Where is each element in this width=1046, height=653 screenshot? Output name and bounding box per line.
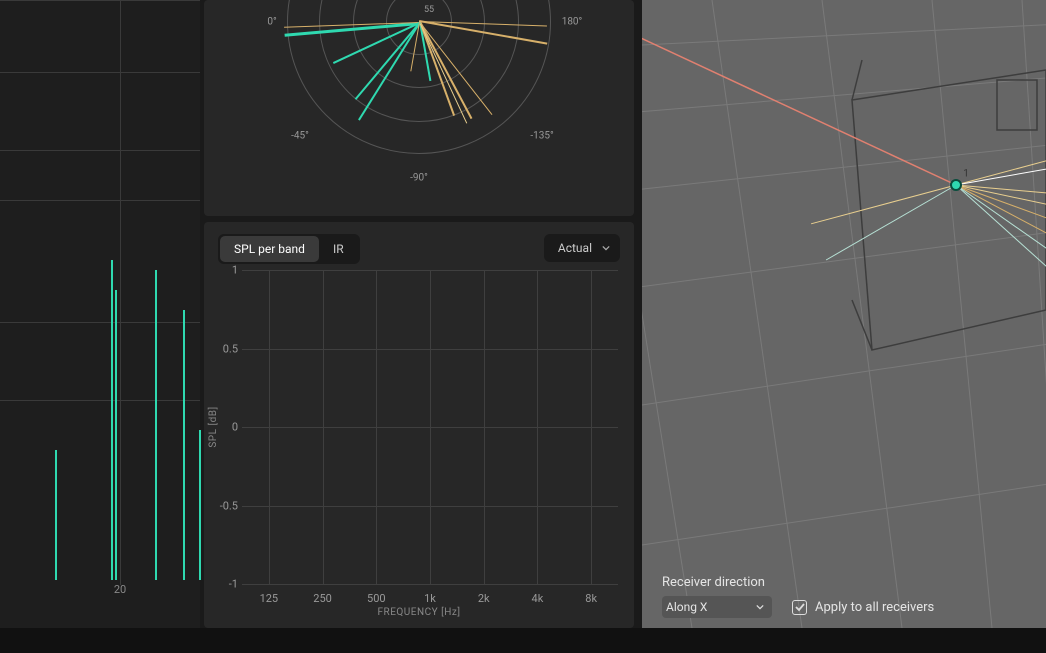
polar-center-value: 55 — [424, 5, 434, 15]
waveform-bar — [115, 290, 117, 580]
ray-3d — [642, 0, 956, 185]
x-tick-label: 250 — [313, 592, 332, 605]
apply-all-receivers-checkbox[interactable]: Apply to all receivers — [792, 600, 934, 615]
grid-line — [0, 150, 200, 151]
checkbox-label: Apply to all receivers — [815, 600, 934, 615]
spl-plot-area: -1-0.500.51 1252505001k2k4k8k — [242, 270, 618, 584]
grid-line — [0, 322, 200, 323]
polar-angle-label: -90° — [410, 173, 428, 184]
grid-line — [376, 270, 377, 584]
polar-angle-label: 180° — [562, 17, 583, 28]
grid-line — [537, 270, 538, 584]
ray-3d — [811, 185, 956, 224]
x-tick-label: 1k — [424, 592, 436, 605]
dropdown-value: Actual — [558, 241, 592, 255]
waveform-bar — [199, 430, 201, 580]
x-tick-label: 8k — [585, 592, 597, 605]
receiver-direction-dropdown[interactable]: Along X — [662, 596, 772, 618]
waveform-bar — [111, 260, 113, 580]
grid-line — [591, 270, 592, 584]
chevron-down-icon — [756, 603, 764, 611]
grid-line — [484, 270, 485, 584]
y-tick-label: -0.5 — [210, 499, 238, 512]
ray-3d — [956, 185, 1046, 255]
x-tick-label: 2k — [478, 592, 490, 605]
receiver-marker[interactable] — [950, 179, 962, 191]
spl-chart-panel: SPL per band IR Actual SPL [dB] -1-0.500… — [204, 222, 634, 628]
x-tick-label: 20 — [114, 583, 126, 596]
viewport-3d-svg — [642, 0, 1046, 628]
grid-line — [242, 584, 618, 585]
polar-angle-label: -135° — [530, 131, 553, 142]
polar-angle-label: 0° — [267, 17, 276, 28]
receiver-marker-label: 1 — [963, 169, 969, 180]
grid-line — [0, 0, 200, 1]
polar-plot: 0° 180° -45° -90° -135° 55 — [204, 0, 634, 216]
bottom-strip — [0, 628, 1046, 653]
dropdown-value: Along X — [666, 600, 707, 614]
grid-line — [120, 0, 121, 585]
chevron-down-icon — [602, 244, 610, 252]
left-waveform-panel: 20 — [0, 0, 200, 628]
y-tick-label: 0 — [210, 421, 238, 434]
x-tick-label: 125 — [260, 592, 279, 605]
ray-3d — [956, 185, 1046, 299]
x-axis-label: FREQUENCY [Hz] — [378, 607, 461, 618]
chart-mode-dropdown[interactable]: Actual — [544, 234, 620, 262]
x-tick-label: 4k — [532, 592, 544, 605]
x-tick-label: 500 — [367, 592, 386, 605]
tab-spl-per-band[interactable]: SPL per band — [220, 236, 319, 262]
viewport-footer: Receiver direction Along X Apply to all … — [662, 575, 1026, 618]
chart-mode-segmented-control: SPL per band IR — [218, 234, 360, 264]
waveform-bar — [55, 450, 57, 580]
viewport-3d[interactable]: 1 Receiver direction Along X Apply to al… — [642, 0, 1046, 628]
ray-3d — [956, 185, 1046, 201]
grid-line — [0, 72, 200, 73]
polar-angle-label: -45° — [291, 131, 309, 142]
waveform-bar — [155, 270, 157, 580]
ray-3d — [956, 185, 1046, 300]
checkbox-box — [792, 600, 807, 615]
y-tick-label: 0.5 — [210, 342, 238, 355]
grid-line — [0, 400, 200, 401]
grid-line — [0, 200, 200, 201]
grid-line — [430, 270, 431, 584]
center-panel: 0° 180° -45° -90° -135° 55 SPL per band … — [204, 0, 638, 628]
y-tick-label: -1 — [210, 578, 238, 591]
tab-ir[interactable]: IR — [319, 236, 358, 262]
grid-line — [269, 270, 270, 584]
ray-3d — [826, 185, 956, 260]
receiver-direction-label: Receiver direction — [662, 575, 1026, 590]
y-tick-label: 1 — [210, 264, 238, 277]
waveform-bar — [183, 310, 185, 580]
grid-line — [323, 270, 324, 584]
